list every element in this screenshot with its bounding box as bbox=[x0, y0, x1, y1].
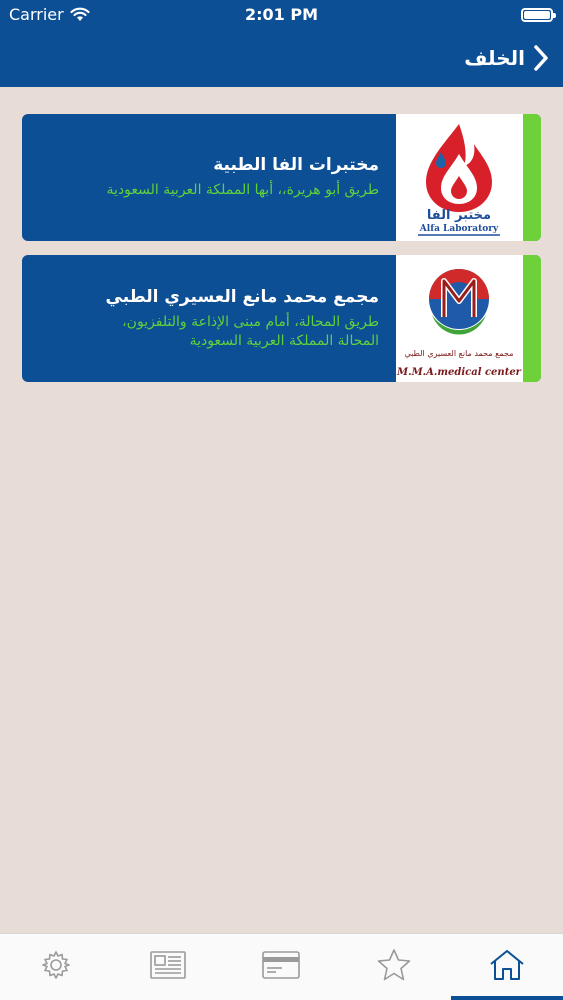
address-line: المحالة المملكة العربية السعودية bbox=[189, 332, 379, 349]
address-line: طريق أبو هريرة،، أبها المملكة العربية ال… bbox=[106, 182, 379, 198]
alfa-laboratory-logo: مختبر الفا Alfa Laboratory bbox=[396, 114, 523, 241]
list-item[interactable]: مجمع محمد مانع العسيري الطبي M.M.A.medic… bbox=[22, 255, 541, 382]
mma-medical-center-logo: مجمع محمد مانع العسيري الطبي M.M.A.medic… bbox=[396, 255, 523, 382]
battery-icon bbox=[521, 8, 556, 22]
logo-text-arabic: مختبر الفا bbox=[427, 208, 491, 223]
chevron-right-icon bbox=[534, 45, 548, 71]
navigation-bar: الخلف bbox=[0, 30, 563, 87]
address-line: طريق المحالة، أمام مبنى الإذاعة والتلفزي… bbox=[122, 313, 379, 330]
place-address: طريق أبو هريرة،، أبها المملكة العربية ال… bbox=[39, 181, 379, 200]
tab-cards[interactable] bbox=[225, 934, 337, 996]
card-accent-bar bbox=[523, 114, 541, 241]
status-bar: Carrier 2:01 PM bbox=[0, 0, 563, 30]
gear-icon bbox=[42, 951, 70, 979]
home-icon bbox=[490, 950, 524, 980]
card-accent-bar bbox=[523, 255, 541, 382]
card-icon bbox=[262, 951, 300, 979]
newspaper-icon bbox=[150, 951, 186, 979]
tab-bar bbox=[0, 933, 563, 1000]
place-address: طريق المحالة، أمام مبنى الإذاعة والتلفزي… bbox=[39, 313, 379, 351]
active-tab-indicator bbox=[451, 996, 563, 1000]
top-bar: Carrier 2:01 PM الخلف bbox=[0, 0, 563, 87]
tab-home[interactable] bbox=[451, 934, 563, 996]
places-list: مختبر الفا Alfa Laboratory مختبرات الفا … bbox=[22, 114, 541, 396]
list-item[interactable]: مختبر الفا Alfa Laboratory مختبرات الفا … bbox=[22, 114, 541, 241]
tab-settings[interactable] bbox=[0, 934, 112, 996]
card-text: مختبرات الفا الطبية طريق أبو هريرة،، أبه… bbox=[39, 114, 379, 241]
back-label: الخلف bbox=[464, 46, 525, 70]
logo-text-latin: M.M.A.medical center bbox=[396, 367, 522, 378]
tab-news[interactable] bbox=[112, 934, 224, 996]
logo-text-arabic: مجمع محمد مانع العسيري الطبي bbox=[404, 349, 513, 358]
place-name: مختبرات الفا الطبية bbox=[213, 155, 379, 175]
star-icon bbox=[377, 949, 411, 981]
card-text: مجمع محمد مانع العسيري الطبي طريق المحال… bbox=[39, 255, 379, 382]
logo-text-latin: Alfa Laboratory bbox=[419, 224, 499, 234]
place-name: مجمع محمد مانع العسيري الطبي bbox=[105, 286, 379, 307]
back-button[interactable]: الخلف bbox=[464, 41, 549, 75]
tab-favorites[interactable] bbox=[338, 934, 450, 996]
status-time: 2:01 PM bbox=[244, 5, 318, 24]
